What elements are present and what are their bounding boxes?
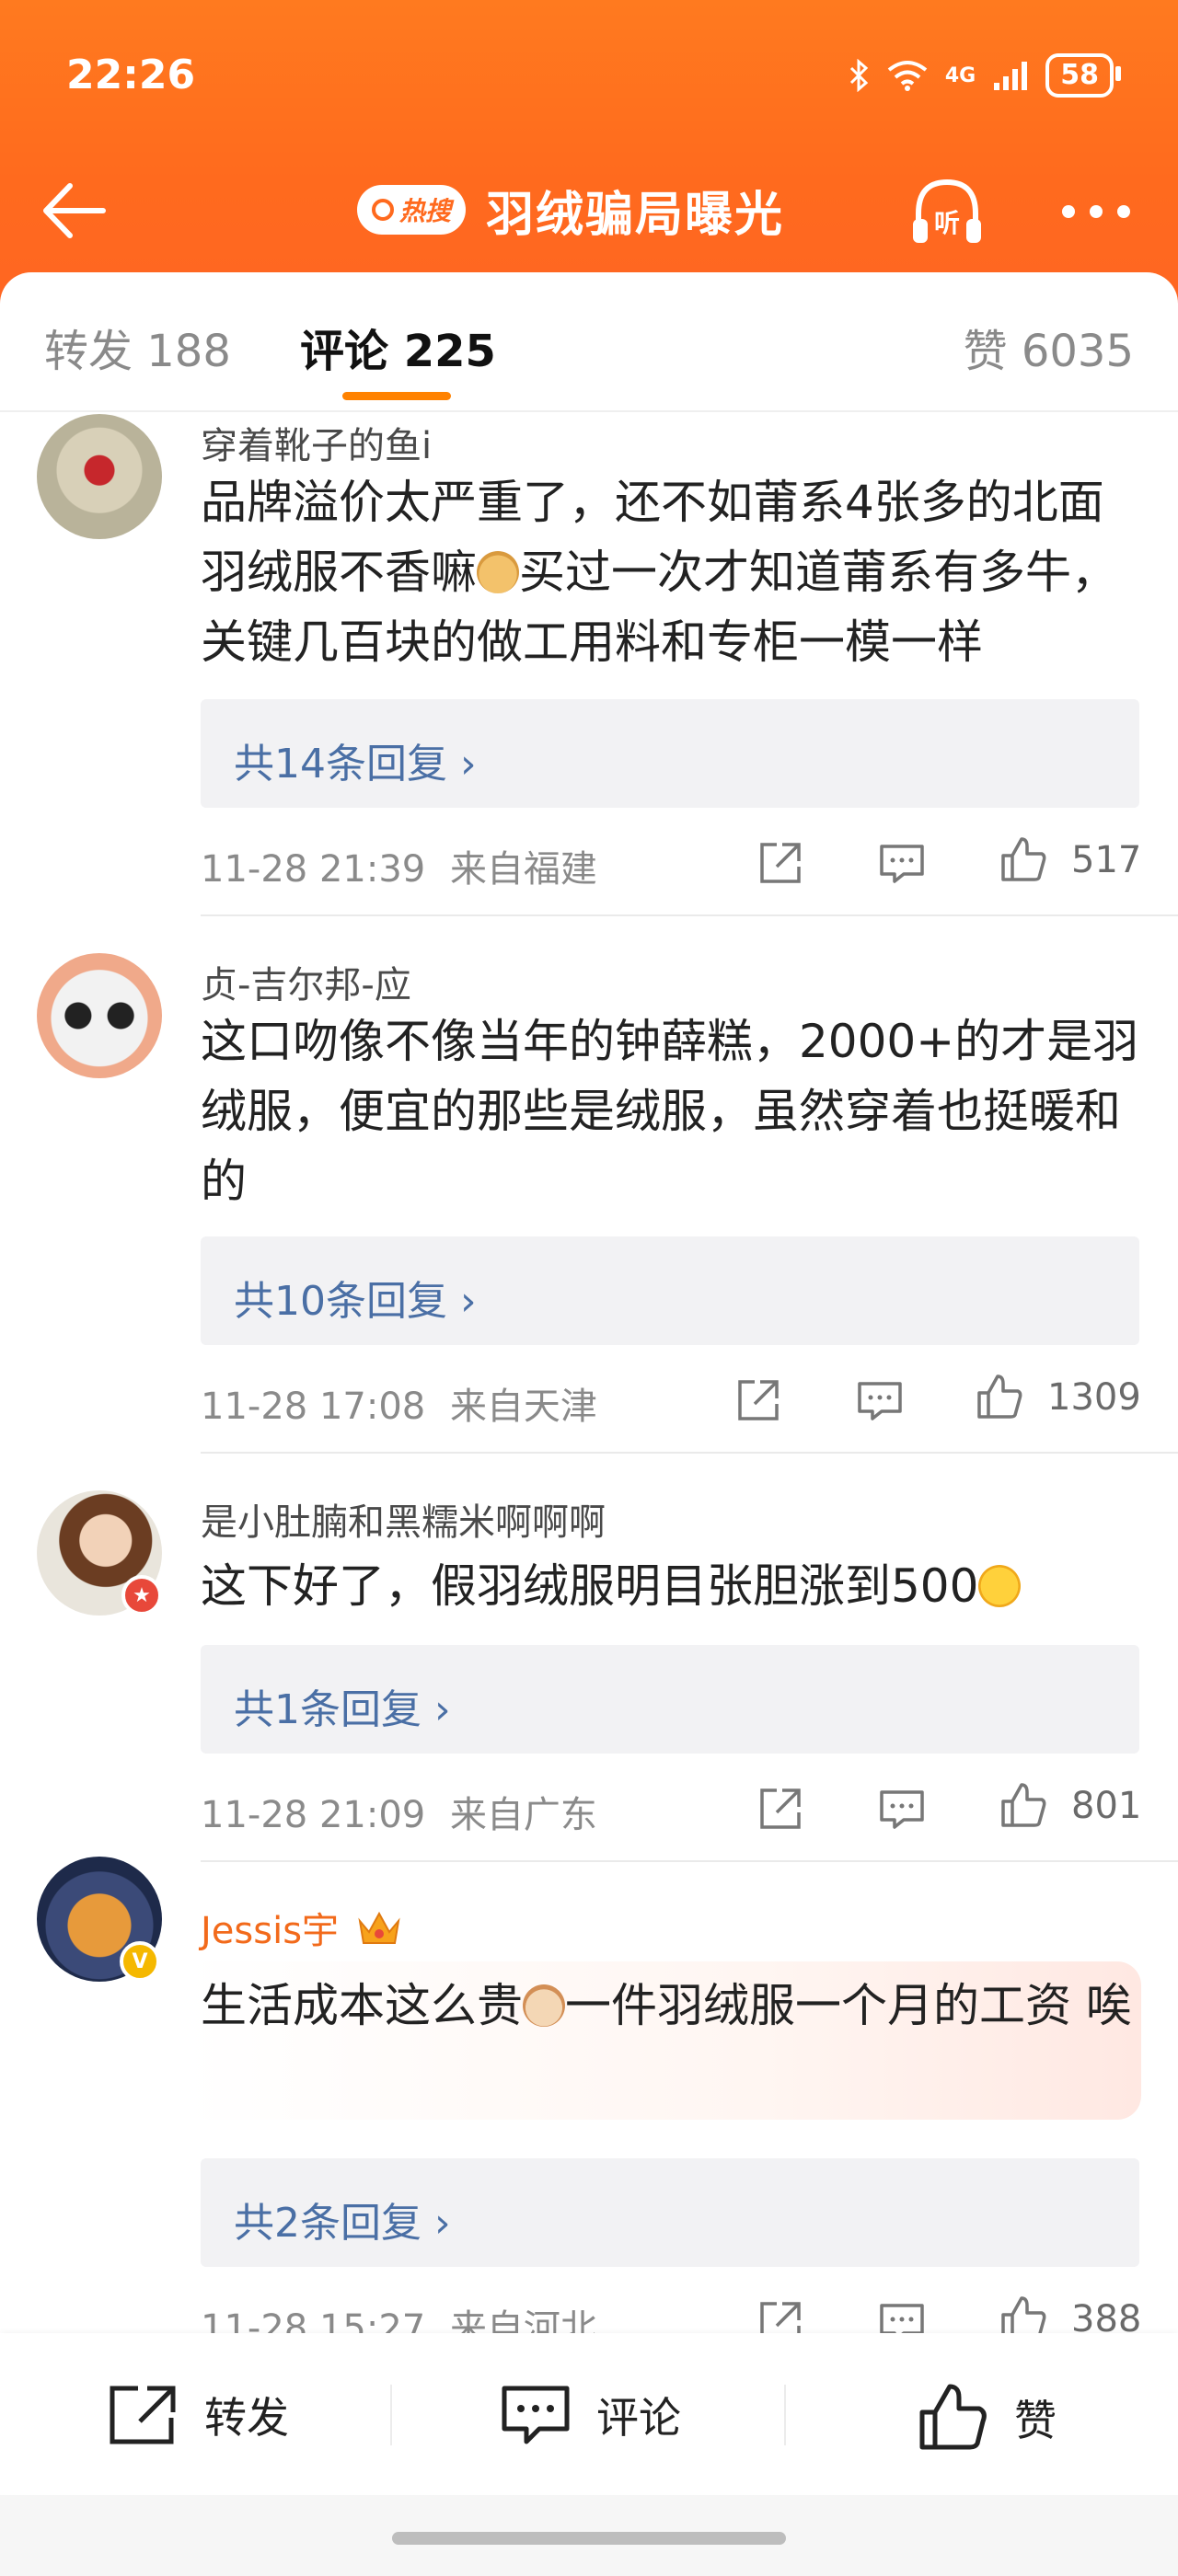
like-icon[interactable] xyxy=(998,1779,1049,1831)
share-icon xyxy=(110,2386,176,2444)
verified-badge-icon: V xyxy=(120,1941,160,1982)
like-icon[interactable] xyxy=(998,834,1049,885)
like-count: 1309 xyxy=(1047,1376,1141,1419)
bottom-separator xyxy=(390,2385,392,2445)
comment-icon[interactable] xyxy=(876,1783,928,1834)
bottom-action-bar: 转发 评论 赞 xyxy=(0,2333,1178,2495)
comment-meta: 11-28 21:39 来自福建 xyxy=(201,839,597,892)
wifi-icon xyxy=(887,61,928,91)
replies-box[interactable]: 共10条回复 › xyxy=(201,1236,1139,1345)
comment-username[interactable]: 贞-吉尔邦-应 xyxy=(201,955,411,1008)
comment-text: 品牌溢价太严重了，还不如莆系4张多的北面羽绒服不香嘛 买过一次才知道莆系有多牛，关… xyxy=(201,467,1139,677)
listen-label: 听 xyxy=(934,208,960,238)
like-icon xyxy=(919,2384,987,2450)
search-icon xyxy=(372,199,394,221)
replies-link[interactable]: 共14条回复 › xyxy=(234,730,477,789)
cat-emoji-icon xyxy=(523,1984,565,2027)
avatar[interactable] xyxy=(37,414,162,539)
laugh-cry-emoji-icon xyxy=(978,1565,1022,1607)
status-time: 22:26 xyxy=(66,52,196,98)
status-bar: 22:26 4G 58 xyxy=(0,0,1178,156)
comment-location: 来自天津 xyxy=(449,1386,597,1428)
comment-icon[interactable] xyxy=(876,837,928,889)
comment-divider xyxy=(201,1860,1178,1862)
tab-likes[interactable]: 赞 6035 xyxy=(964,315,1134,379)
page-title: 羽绒骗局曝光 xyxy=(486,187,785,243)
bottom-forward-button[interactable]: 转发 xyxy=(107,2383,289,2447)
tab-forward[interactable]: 转发 188 xyxy=(44,315,231,379)
comment-text: 生活成本这么贵 一件羽绒服一个月的工资 唉 xyxy=(201,1971,1139,2041)
bluetooth-icon xyxy=(849,59,869,92)
share-icon[interactable] xyxy=(755,837,806,889)
comment-text-part: 生活成本这么贵 xyxy=(201,1979,523,2032)
comment-text-part: 一件羽绒服一个月的工资 唉 xyxy=(565,1979,1132,2032)
comment-time: 11-28 21:39 xyxy=(201,848,426,891)
navbar: 热搜 羽绒骗局曝光 听 xyxy=(0,156,1178,267)
bottom-comment-label: 评论 xyxy=(596,2393,681,2443)
comment-meta: 11-28 21:09 来自广东 xyxy=(201,1785,597,1838)
nav-title-group: 热搜 羽绒骗局曝光 xyxy=(357,175,784,245)
bottom-forward-label: 转发 xyxy=(204,2393,289,2443)
bottom-separator xyxy=(784,2385,786,2445)
battery-indicator: 58 xyxy=(1045,53,1121,98)
doge-emoji-icon xyxy=(477,551,519,593)
hot-search-badge[interactable]: 热搜 xyxy=(357,185,467,235)
like-count: 517 xyxy=(1071,839,1142,881)
network-label: 4G xyxy=(944,63,976,87)
bottom-like-button[interactable]: 赞 xyxy=(917,2383,1057,2453)
comment-time: 11-28 21:09 xyxy=(201,1794,426,1836)
status-icons: 4G 58 xyxy=(849,53,1121,98)
comment-text: 这口吻像不像当年的钟薛糕，2000+的才是羽绒服，便宜的那些是绒服，虽然穿着也挺… xyxy=(201,1015,1139,1208)
home-indicator[interactable] xyxy=(392,2532,786,2545)
comment-time: 11-28 17:08 xyxy=(201,1386,426,1428)
avatar[interactable] xyxy=(37,953,162,1078)
crown-icon xyxy=(358,1911,400,1944)
bottom-like-label: 赞 xyxy=(1014,2396,1057,2445)
red-star-badge-icon: ★ xyxy=(121,1575,162,1616)
signal-icon xyxy=(994,62,1028,90)
comment-icon xyxy=(502,2386,570,2444)
comment-icon[interactable] xyxy=(854,1374,906,1426)
comment-location: 来自广东 xyxy=(449,1794,597,1836)
active-tab-underline xyxy=(342,392,451,400)
like-icon[interactable] xyxy=(974,1371,1025,1422)
tab-comments[interactable]: 评论 225 xyxy=(300,315,496,379)
comment-text: 这下好了，假羽绒服明目张胆涨到500 xyxy=(201,1551,1139,1621)
comment-location: 来自福建 xyxy=(449,848,597,891)
share-icon[interactable] xyxy=(733,1374,784,1426)
replies-box[interactable]: 共14条回复 › xyxy=(201,699,1139,808)
more-dots-icon[interactable] xyxy=(1055,193,1138,230)
replies-link[interactable]: 共2条回复 › xyxy=(234,2190,451,2248)
headphones-icon[interactable]: 听 xyxy=(906,171,988,254)
comment-divider xyxy=(201,914,1178,916)
like-count: 801 xyxy=(1071,1785,1142,1827)
hot-search-label: 热搜 xyxy=(399,196,452,226)
tabs-divider xyxy=(0,410,1178,412)
comment-divider xyxy=(201,1452,1178,1454)
comment-username-text: Jessis宇 xyxy=(201,1910,340,1952)
comment-username[interactable]: 穿着靴子的鱼i xyxy=(201,416,432,469)
comment-username[interactable]: 是小肚腩和黑糯米啊啊啊 xyxy=(201,1492,606,1546)
comment-username[interactable]: Jessis宇 xyxy=(201,1901,402,1954)
replies-link[interactable]: 共1条回复 › xyxy=(234,1676,451,1735)
comment-meta: 11-28 17:08 来自天津 xyxy=(201,1376,597,1430)
comment-text-part: 这下好了，假羽绒服明目张胆涨到500 xyxy=(201,1559,979,1613)
replies-box[interactable]: 共2条回复 › xyxy=(201,2158,1139,2267)
share-icon[interactable] xyxy=(755,1783,806,1834)
back-arrow-icon[interactable] xyxy=(39,178,121,243)
tabs-bar: 转发 188 评论 225 赞 6035 xyxy=(0,272,1178,412)
replies-link[interactable]: 共10条回复 › xyxy=(234,1268,477,1327)
bottom-comment-button[interactable]: 评论 xyxy=(499,2383,681,2447)
replies-box[interactable]: 共1条回复 › xyxy=(201,1645,1139,1754)
